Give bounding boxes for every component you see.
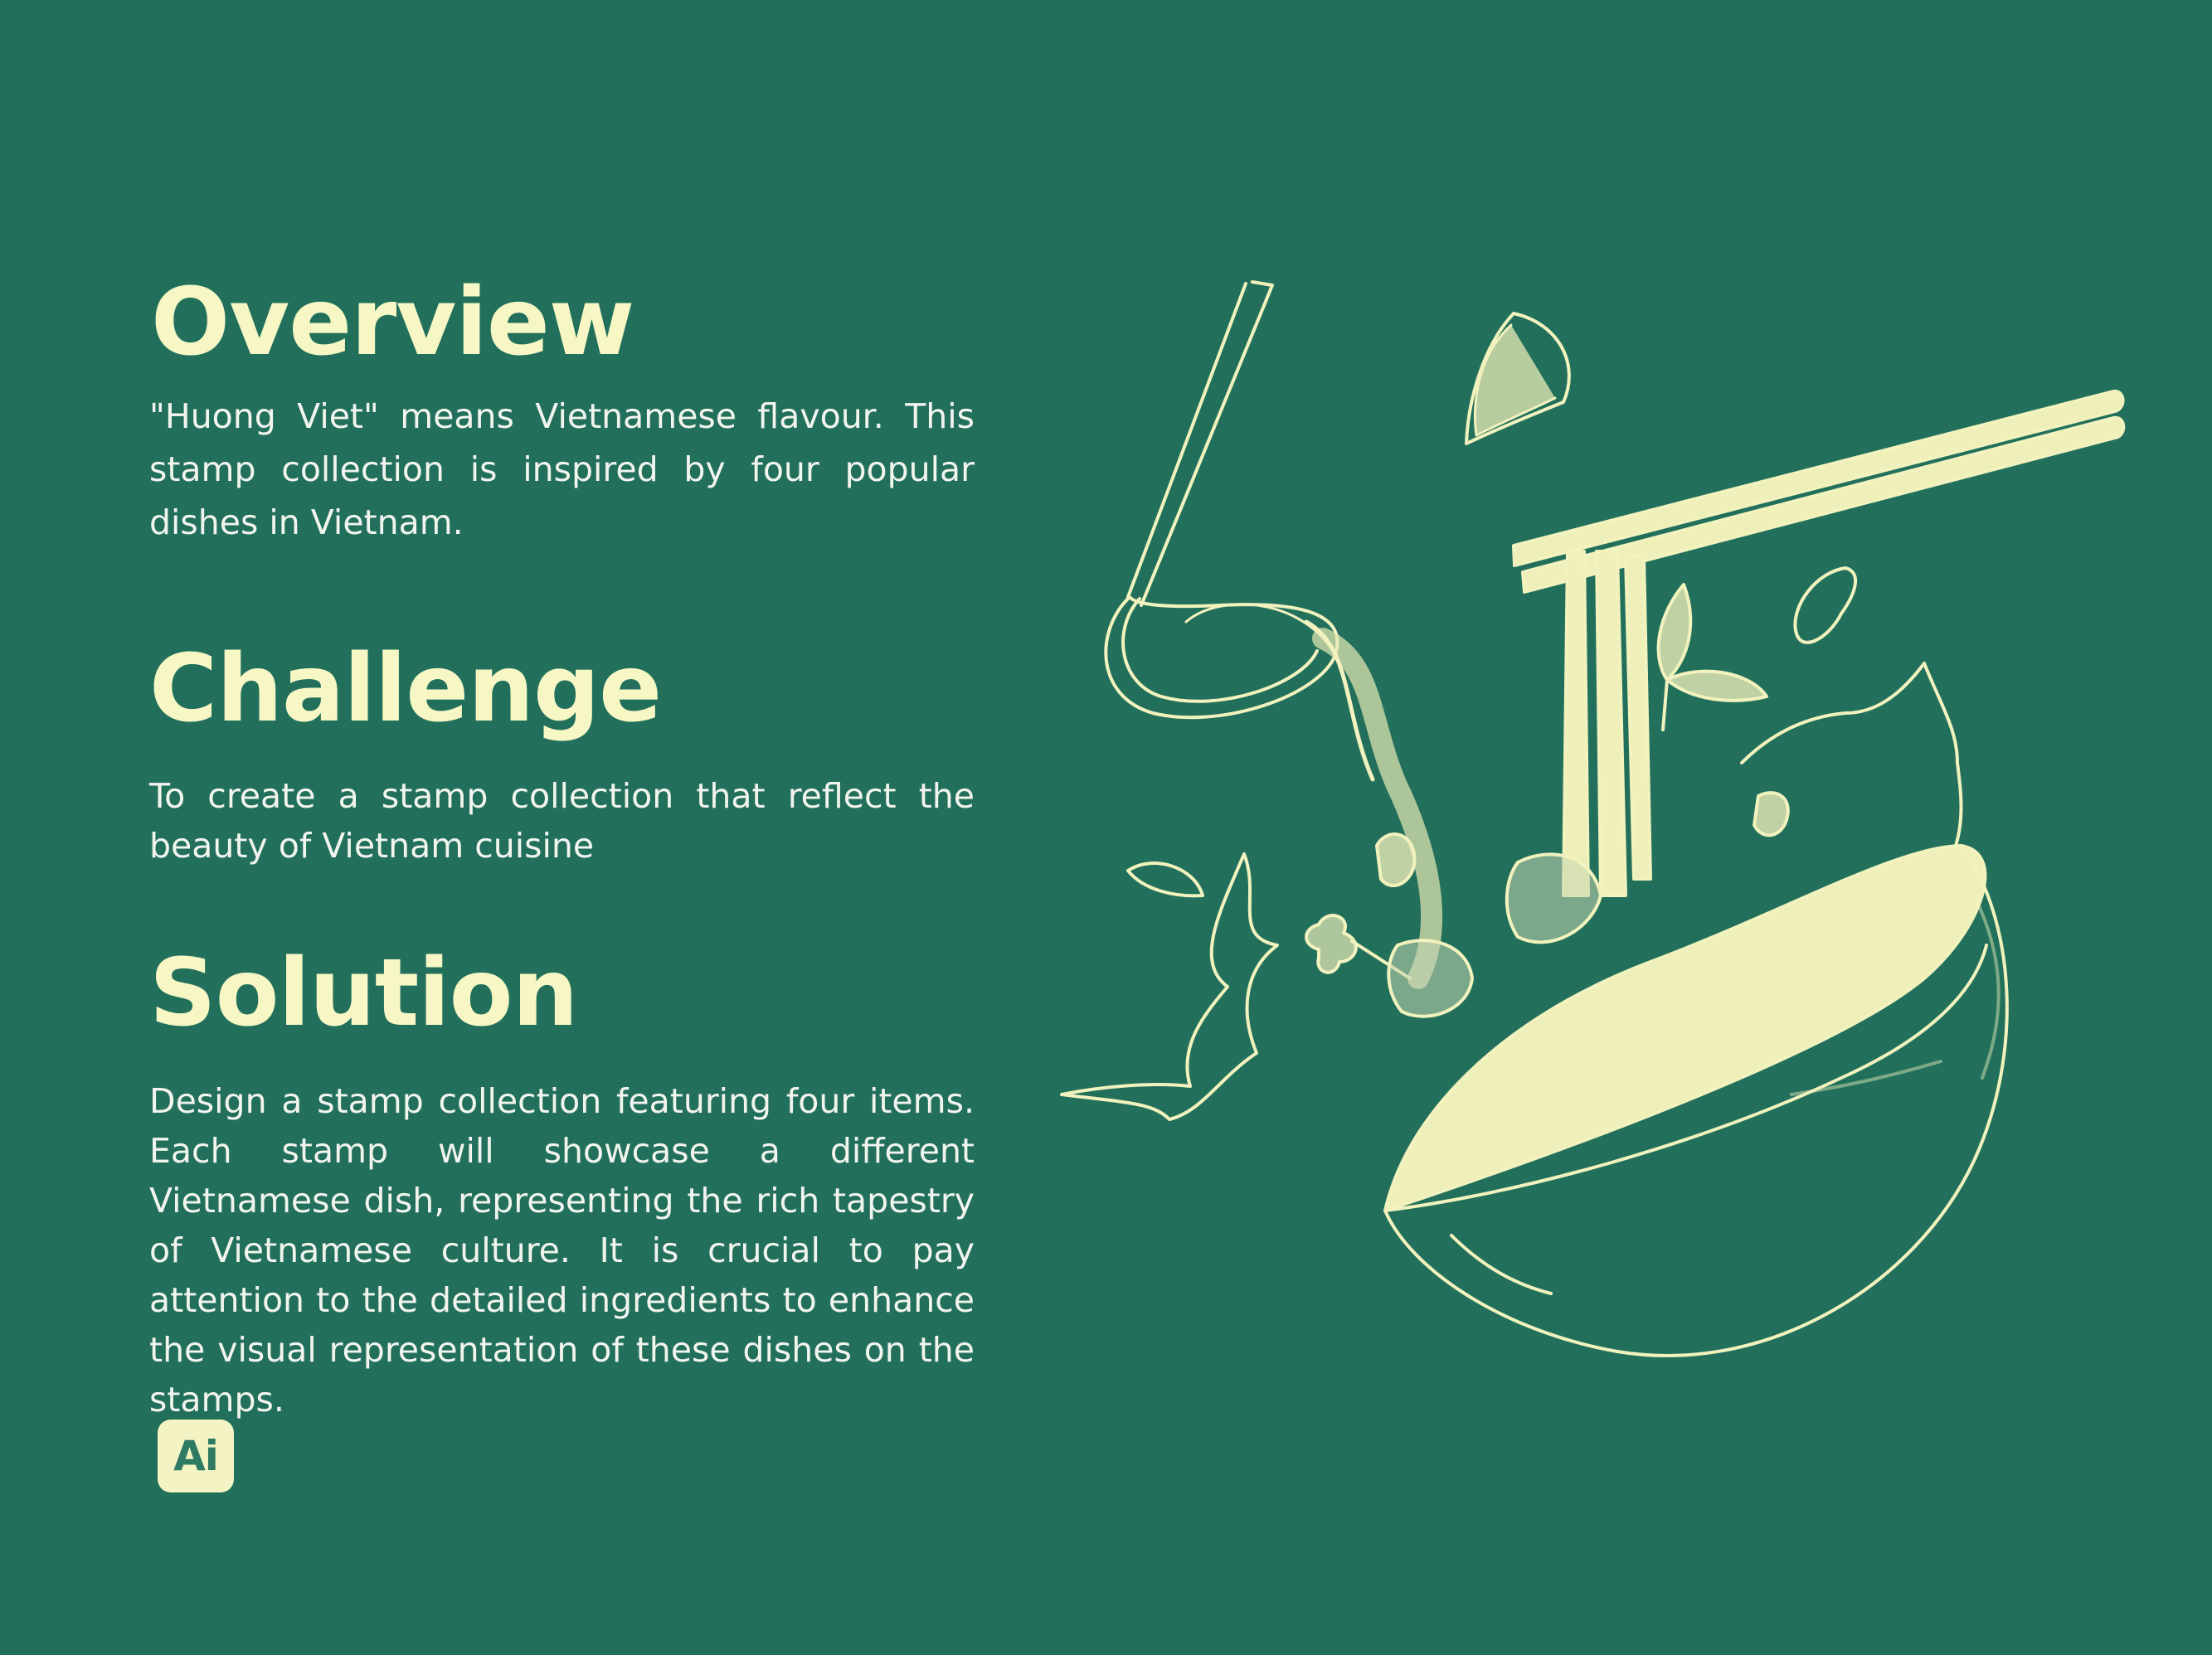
overview-heading: Overview <box>151 269 634 376</box>
challenge-text: To create a stamp collection that reflec… <box>149 776 975 866</box>
solution-heading: Solution <box>149 939 578 1047</box>
presentation-slide: Overview "Huong Viet" means Vietnamese f… <box>0 0 2212 1655</box>
adobe-illustrator-icon: Ai <box>158 1420 234 1492</box>
challenge-heading: Challenge <box>149 635 662 743</box>
bowl-icon <box>1383 844 2009 1357</box>
lime-wedge-icon <box>1465 312 1571 445</box>
overview-text: "Huong Viet" means Vietnamese flavour. T… <box>149 396 975 542</box>
solution-text: Design a stamp collection featuring four… <box>149 1081 975 1420</box>
ai-badge-label: Ai <box>173 1432 219 1480</box>
basil-leaf-icon <box>1656 583 1768 731</box>
noodles-icon <box>1304 550 1652 989</box>
pho-bowl-illustration <box>1060 280 2126 1357</box>
ladle-icon <box>1104 280 1339 720</box>
